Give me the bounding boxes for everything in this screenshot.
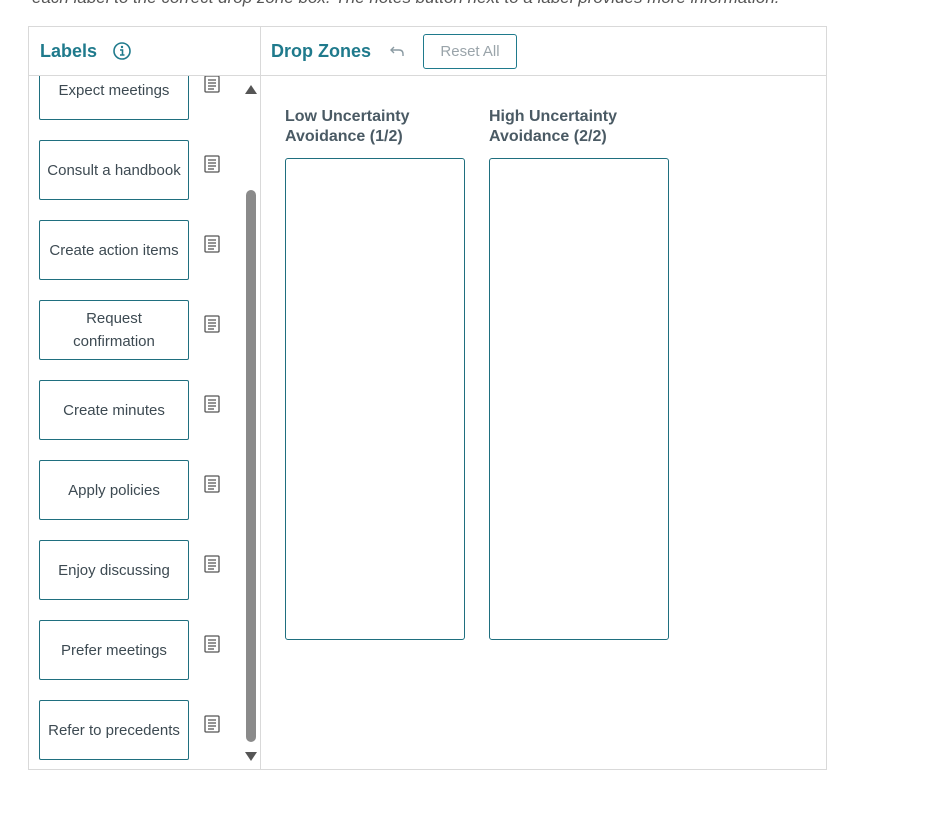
notes-icon[interactable]: [204, 555, 220, 573]
label-consult-a-handbook[interactable]: Consult a handbook: [39, 140, 189, 200]
label-create-minutes[interactable]: Create minutes: [39, 380, 189, 440]
drop-zone-low-uncertainty[interactable]: [285, 158, 465, 640]
notes-icon[interactable]: [204, 715, 220, 733]
drop-zone-high-uncertainty[interactable]: [489, 158, 669, 640]
notes-icon[interactable]: [204, 155, 220, 173]
label-create-action-items[interactable]: Create action items: [39, 220, 189, 280]
scroll-up-arrow-icon[interactable]: [245, 85, 257, 94]
labels-title: Labels: [40, 40, 98, 61]
label-request-confirmation[interactable]: Request confirmation: [39, 300, 189, 360]
drop-zones-title: Drop Zones: [271, 40, 372, 61]
instruction-text: each label to the correct drop zone box.…: [32, 0, 780, 8]
notes-icon[interactable]: [204, 315, 220, 333]
zone-title-low: Low Uncertainty Avoidance (1/2): [285, 108, 410, 145]
drag-drop-widget: Labels Expect meetings Consult a handboo…: [28, 26, 827, 770]
label-prefer-meetings[interactable]: Prefer meetings: [39, 620, 189, 680]
info-icon[interactable]: [113, 42, 131, 60]
notes-icon[interactable]: [204, 635, 220, 653]
notes-icon[interactable]: [204, 395, 220, 413]
zone-title-high: High Uncertainty Avoidance (2/2): [489, 108, 618, 145]
notes-icon[interactable]: [204, 76, 220, 93]
label-list: Expect meetings Consult a handbook Creat…: [29, 76, 241, 770]
scroll-down-arrow-icon[interactable]: [245, 752, 257, 761]
drop-zones-header: Drop Zones Reset All: [261, 27, 827, 76]
label-list-scrollbar[interactable]: [242, 76, 260, 770]
label-refer-to-precedents[interactable]: Refer to precedents: [39, 700, 189, 760]
reset-all-button[interactable]: Reset All: [423, 33, 518, 69]
notes-icon[interactable]: [204, 475, 220, 493]
label-expect-meetings[interactable]: Expect meetings: [39, 76, 189, 120]
label-enjoy-discussing[interactable]: Enjoy discussing: [39, 540, 189, 600]
scrollbar-thumb[interactable]: [246, 190, 256, 742]
undo-icon[interactable]: [389, 44, 405, 58]
labels-panel: Labels Expect meetings Consult a handboo…: [29, 27, 261, 769]
labels-header: Labels: [29, 27, 260, 76]
notes-icon[interactable]: [204, 235, 220, 253]
label-apply-policies[interactable]: Apply policies: [39, 460, 189, 520]
